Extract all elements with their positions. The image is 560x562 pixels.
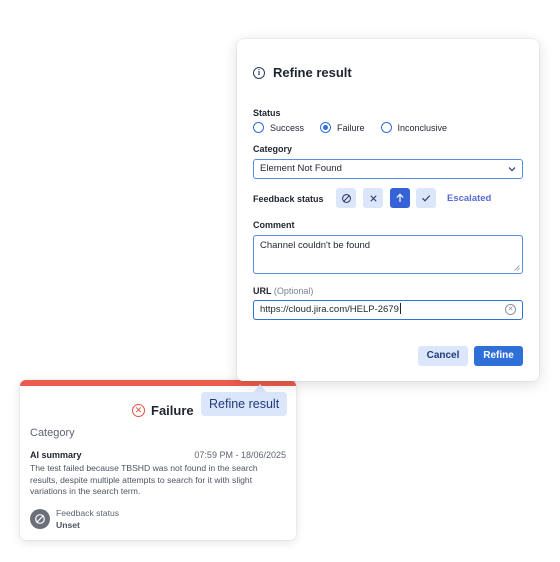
url-input[interactable]: https://cloud.jira.com/HELP-2679 ✕ (253, 300, 523, 320)
ai-summary-text: The test failed because TBSHD was not fo… (30, 463, 258, 496)
check-icon (422, 195, 431, 202)
refine-result-dialog: i Refine result Status Success Failure I… (237, 39, 539, 381)
refine-button[interactable]: Refine (474, 346, 523, 366)
radio-success-label: Success (270, 122, 305, 133)
comment-text: Channel couldn't be found (260, 240, 371, 251)
feedback-status-value: Escalated (447, 193, 492, 204)
result-timestamp: 07:59 PM - 18/06/2025 (194, 450, 286, 460)
comment-textarea[interactable]: Channel couldn't be found (253, 235, 523, 274)
feedback-reject-button[interactable] (363, 188, 383, 208)
text-caret (399, 303, 401, 314)
resize-handle-icon[interactable] (514, 265, 520, 271)
radio-failure-label: Failure (337, 122, 365, 133)
feedback-unset-icon (30, 509, 50, 529)
url-optional-hint: (Optional) (273, 286, 314, 296)
category-label: Category (253, 144, 293, 154)
radio-failure-circle[interactable] (320, 122, 332, 133)
ai-summary-label: AI summary (30, 450, 82, 460)
result-status-label: Failure (151, 403, 194, 418)
url-input-value: https://cloud.jira.com/HELP-2679 (260, 304, 399, 315)
cancel-button[interactable]: Cancel (418, 346, 468, 366)
category-select-value: Element Not Found (260, 163, 342, 174)
refine-result-tooltip[interactable]: Refine result (201, 392, 288, 416)
radio-inconclusive[interactable]: Inconclusive (380, 122, 448, 133)
radio-failure[interactable]: Failure (320, 122, 365, 133)
url-label-text: URL (253, 286, 272, 296)
dialog-title: Refine result (273, 65, 352, 80)
card-feedback-value: Unset (56, 520, 80, 530)
url-label: URL (Optional) (253, 286, 313, 296)
result-status: ✕ Failure (132, 403, 194, 418)
radio-success-circle[interactable] (253, 122, 264, 133)
feedback-status-row: Feedback status Escalated (253, 188, 523, 208)
category-select[interactable]: Element Not Found (253, 159, 523, 179)
feedback-unset-button[interactable] (336, 188, 356, 208)
feedback-status-label: Feedback status (253, 194, 324, 204)
radio-inconclusive-label: Inconclusive (397, 122, 448, 133)
chevron-down-icon (508, 167, 516, 172)
clear-icon[interactable]: ✕ (505, 304, 516, 315)
arrow-up-icon (396, 193, 404, 202)
status-label: Status (253, 108, 281, 118)
feedback-approve-button[interactable] (416, 188, 436, 208)
comment-label: Comment (253, 220, 295, 230)
close-icon (369, 194, 377, 202)
failure-icon: ✕ (132, 404, 145, 417)
radio-success[interactable]: Success (253, 122, 304, 133)
status-radio-group: Success Failure Inconclusive (253, 122, 463, 133)
card-category-label: Category (30, 427, 75, 439)
info-icon: i (253, 67, 265, 79)
feedback-escalate-button[interactable] (390, 188, 410, 208)
unset-icon (341, 193, 351, 203)
radio-inconclusive-circle[interactable] (380, 122, 392, 133)
card-feedback-label: Feedback status (56, 508, 120, 518)
